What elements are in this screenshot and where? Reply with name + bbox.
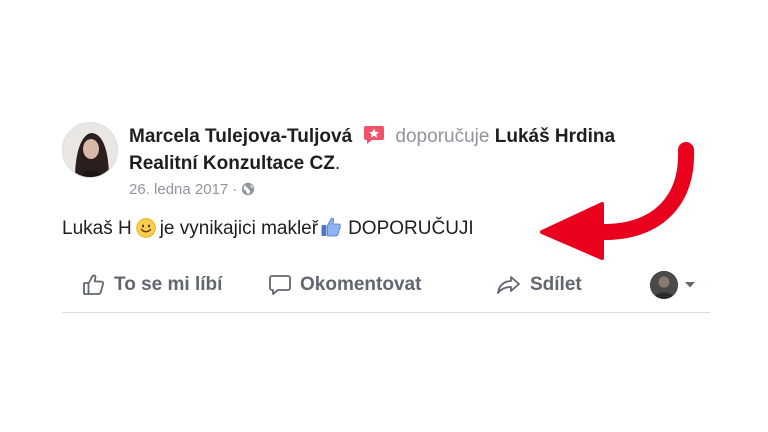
like-label: To se mi líbí <box>114 274 223 295</box>
post-header-continued: Realitní Konzultace CZ. <box>129 152 340 176</box>
comment-button[interactable]: Okomentovat <box>268 268 421 302</box>
share-icon <box>497 276 520 294</box>
smiley-icon <box>136 218 156 238</box>
post-date[interactable]: 26. ledna 2017 <box>129 181 228 198</box>
post-meta: 26. ledna 2017 · <box>129 180 255 200</box>
thumbs-up-icon <box>320 216 342 238</box>
page-name-second-line[interactable]: Realitní Konzultace CZ <box>129 153 335 174</box>
post-body: Lukaš H je vynikajici makleř DOPORUČUJI <box>62 216 474 242</box>
comment-icon <box>269 275 291 295</box>
post-text-end: DOPORUČUJI <box>348 218 474 239</box>
comment-label: Okomentovat <box>300 274 422 295</box>
chevron-down-icon <box>685 282 695 288</box>
recommendation-post: Marcela Tulejova-Tuljová doporučuje Luká… <box>0 0 768 432</box>
author-avatar[interactable] <box>62 122 118 178</box>
post-as-selector[interactable] <box>650 268 696 302</box>
post-text-middle: je vynikajici makleř <box>159 218 319 239</box>
share-button[interactable]: Sdílet <box>496 268 582 302</box>
post-text-start: Lukaš H <box>62 218 132 239</box>
meta-separator: · <box>232 181 238 198</box>
viewer-avatar <box>650 271 678 299</box>
share-label: Sdílet <box>530 274 582 295</box>
red-arrow-icon <box>540 142 695 260</box>
recommends-text: doporučuje <box>395 126 490 147</box>
recommend-star-icon <box>363 125 385 145</box>
divider <box>62 312 710 313</box>
globe-icon[interactable] <box>241 182 255 196</box>
page-name-period: . <box>334 153 341 174</box>
like-button[interactable]: To se mi líbí <box>82 268 222 302</box>
like-icon <box>83 274 105 295</box>
author-name[interactable]: Marcela Tulejova-Tuljová <box>129 126 352 147</box>
action-bar: To se mi líbí Okomentovat Sdílet <box>62 268 710 302</box>
